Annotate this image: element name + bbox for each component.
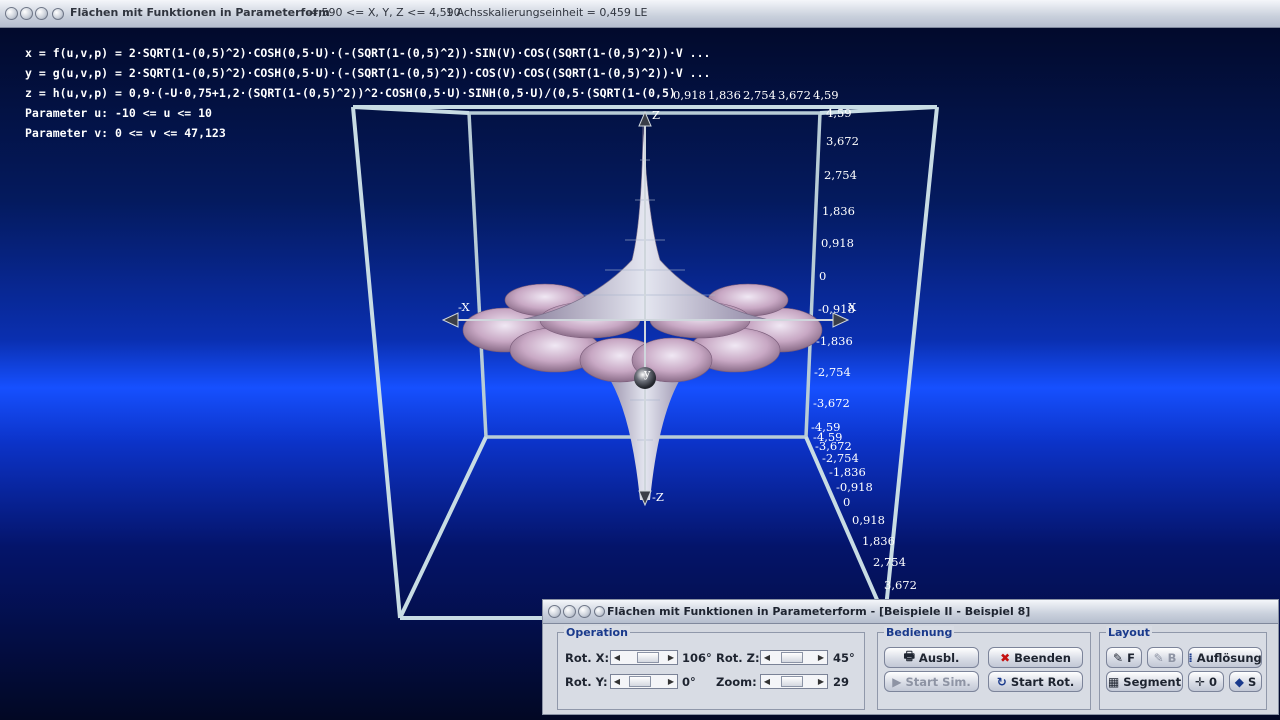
x-tick: 3,672 [778, 88, 811, 102]
rot-z-label: Rot. Z: [716, 651, 760, 665]
layout-s-button[interactable]: ◆ S [1229, 671, 1262, 692]
rot-z-scrollbar[interactable]: ◀ ▶ [760, 650, 828, 665]
start-rot-button[interactable]: ↻ Start Rot. [988, 671, 1083, 692]
z-tick: 2,754 [824, 168, 857, 182]
start-sim-button[interactable]: ▶ Start Sim. [884, 671, 979, 692]
origin-button[interactable]: ✛ 0 [1188, 671, 1224, 692]
window-scale: 1 Achsskalierungseinheit = 0,459 LE [446, 6, 648, 19]
y-tick: -2,754 [822, 451, 859, 465]
beenden-button[interactable]: ✖ Beenden [988, 647, 1083, 668]
panel-titlebar: Flächen mit Funktionen in Parameterform … [543, 600, 1278, 624]
scroll-left-icon[interactable]: ◀ [761, 675, 773, 688]
panel-minimize-button[interactable] [563, 605, 576, 618]
window-title: Flächen mit Funktionen in Parameterform [70, 6, 330, 19]
rotate-icon: ↻ [996, 674, 1007, 689]
scroll-right-icon[interactable]: ▶ [815, 651, 827, 664]
segment-button[interactable]: ▦ Segment [1106, 671, 1183, 692]
resolution-icon: ⁞ [1188, 650, 1193, 665]
rot-y-scrollbar[interactable]: ◀ ▶ [610, 674, 678, 689]
operation-group-title: Operation [564, 626, 630, 639]
z-tick: 1,836 [822, 204, 855, 218]
scroll-right-icon[interactable]: ▶ [815, 675, 827, 688]
z-axis-label: Z [652, 108, 660, 122]
neg-x-axis-label: -X [458, 300, 470, 314]
y-tick: 3,672 [884, 578, 917, 592]
control-panel: Flächen mit Funktionen in Parameterform … [542, 599, 1279, 715]
zoom-value: 29 [833, 675, 850, 689]
z-tick: 0,918 [821, 236, 854, 250]
scroll-right-icon[interactable]: ▶ [665, 675, 677, 688]
operation-group: Operation Rot. X: ◀ ▶ 106° Rot. Z: ◀ ▶ 4… [557, 626, 865, 710]
equation-z: z = h(u,v,p) = 0,9·(-U·0,75+1,2·(SQRT(1-… [25, 86, 676, 100]
y-axis-label: y [644, 366, 651, 380]
y-tick: 0,918 [852, 513, 885, 527]
neg-z-axis-label: -Z [652, 490, 664, 504]
panel-icon [594, 606, 605, 617]
zoom-label: Zoom: [716, 675, 757, 689]
window-minimize-button[interactable] [20, 7, 33, 20]
parameter-v: Parameter v: 0 <= v <= 47,123 [25, 126, 226, 140]
brush-icon: ✎ [1113, 650, 1124, 665]
close-icon: ✖ [1000, 650, 1011, 665]
layout-group: Layout ✎ F ✎ B ⁞ Auflösung ▦ Segment ✛ 0 ◆ S [1099, 626, 1267, 710]
scroll-left-icon[interactable]: ◀ [611, 675, 623, 688]
rot-x-scrollbar[interactable]: ◀ ▶ [610, 650, 678, 665]
layout-f-button[interactable]: ✎ F [1106, 647, 1142, 668]
scroll-left-icon[interactable]: ◀ [611, 651, 623, 664]
cube-icon: ◆ [1234, 674, 1244, 689]
brush-icon: ✎ [1153, 650, 1164, 665]
zoom-scrollbar[interactable]: ◀ ▶ [760, 674, 828, 689]
rot-y-label: Rot. Y: [565, 675, 608, 689]
window-range: -4,590 <= X, Y, Z <= 4,590 [307, 6, 461, 19]
rot-z-value: 45° [833, 651, 855, 665]
window-titlebar: Flächen mit Funktionen in Parameterform … [0, 0, 1280, 28]
layout-b-button[interactable]: ✎ B [1147, 647, 1183, 668]
z-tick: 0 [819, 269, 827, 283]
printer-icon: 🖶 [903, 649, 915, 663]
z-tick: -2,754 [814, 365, 851, 379]
scroll-left-icon[interactable]: ◀ [761, 651, 773, 664]
panel-close-button[interactable] [578, 605, 591, 618]
y-tick: 0 [843, 495, 851, 509]
scroll-right-icon[interactable]: ▶ [665, 651, 677, 664]
grid-icon: ▦ [1107, 674, 1120, 689]
crosshair-icon: ✛ [1194, 674, 1206, 689]
window-menu-button[interactable] [5, 7, 18, 20]
scroll-thumb[interactable] [781, 652, 803, 663]
ausbl-button[interactable]: 🖶 Ausbl. [884, 647, 979, 668]
window-close-button[interactable] [35, 7, 48, 20]
layout-group-title: Layout [1106, 626, 1152, 639]
rot-x-value: 106° [682, 651, 712, 665]
x-tick: 1,836 [708, 88, 741, 102]
neg-x-axis-arrow [441, 312, 459, 328]
play-icon: ▶ [892, 674, 902, 689]
scroll-thumb[interactable] [781, 676, 803, 687]
z-tick: -1,836 [816, 334, 853, 348]
rot-y-value: 0° [682, 675, 696, 689]
x-tick: 4,59 [813, 88, 839, 102]
z-tick: -3,672 [813, 396, 850, 410]
y-tick: -1,836 [829, 465, 866, 479]
aufloesung-button[interactable]: ⁞ Auflösung [1188, 647, 1262, 668]
x-tick: 0,918 [673, 88, 706, 102]
y-tick: 1,836 [862, 534, 895, 548]
equation-y: y = g(u,v,p) = 2·SQRT(1-(0,5)^2)·COSH(0,… [25, 66, 711, 80]
z-tick: 3,672 [826, 134, 859, 148]
bedienung-group-title: Bedienung [884, 626, 955, 639]
z-tick: 4,59 [826, 106, 852, 120]
panel-title: Flächen mit Funktionen in Parameterform … [607, 605, 1031, 618]
rot-x-label: Rot. X: [565, 651, 610, 665]
x-tick: 2,754 [743, 88, 776, 102]
panel-menu-button[interactable] [548, 605, 561, 618]
bedienung-group: Bedienung 🖶 Ausbl. ✖ Beenden ▶ Start Sim. ↻… [877, 626, 1091, 710]
window-icon [52, 8, 64, 20]
scroll-thumb[interactable] [637, 652, 659, 663]
y-tick: 2,754 [873, 555, 906, 569]
parameter-u: Parameter u: -10 <= u <= 10 [25, 106, 212, 120]
scroll-thumb[interactable] [629, 676, 651, 687]
y-tick: -0,918 [836, 480, 873, 494]
z-tick: -0,918 [818, 302, 855, 316]
equation-x: x = f(u,v,p) = 2·SQRT(1-(0,5)^2)·COSH(0,… [25, 46, 711, 60]
